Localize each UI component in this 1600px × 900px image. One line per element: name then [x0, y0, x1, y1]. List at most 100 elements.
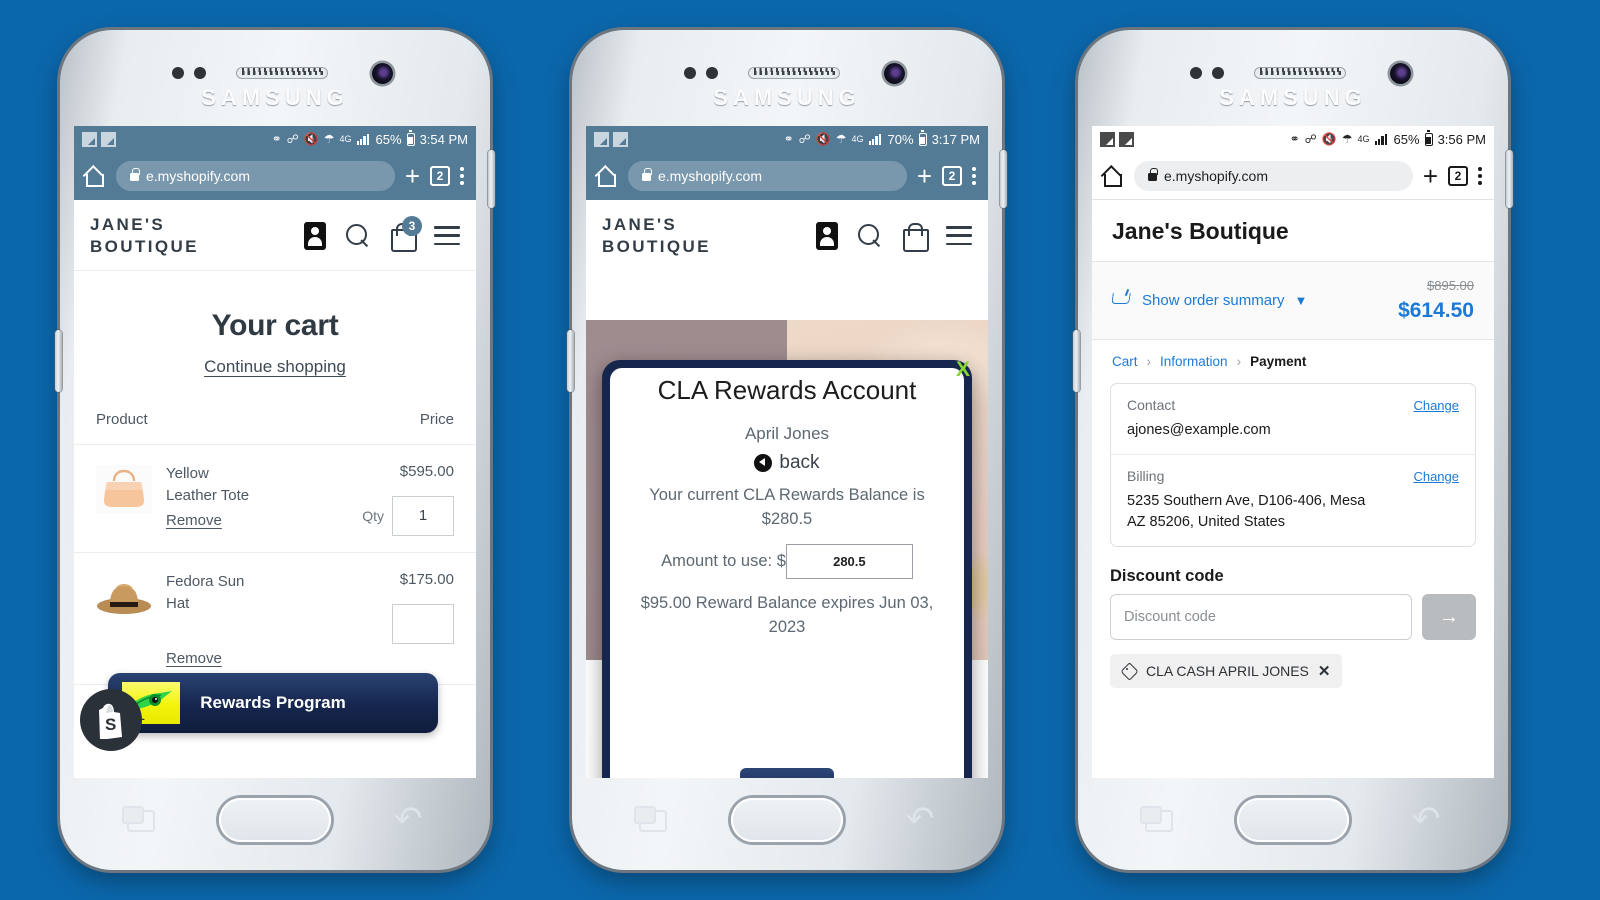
- recents-button-icon[interactable]: [634, 806, 667, 832]
- cart-icon[interactable]: 3: [390, 216, 422, 253]
- address-bar[interactable]: e.myshopify.com: [628, 161, 907, 191]
- search-icon[interactable]: [858, 223, 882, 248]
- back-button-icon[interactable]: ↶: [906, 802, 940, 836]
- cart-icon[interactable]: [902, 223, 929, 253]
- applied-discount-chip: CLA CASH APRIL JONES ✕: [1110, 654, 1343, 689]
- recents-button-icon[interactable]: [122, 806, 155, 832]
- remove-item-link[interactable]: Remove: [166, 512, 222, 529]
- continue-shopping-link[interactable]: Continue shopping: [74, 357, 476, 377]
- product-thumbnail[interactable]: [96, 571, 152, 623]
- recents-button-icon[interactable]: [1140, 806, 1173, 832]
- new-tab-icon[interactable]: +: [917, 163, 932, 189]
- mute-icon: 🔇: [815, 132, 831, 146]
- store-logo-line2: BOUTIQUE: [602, 236, 711, 256]
- quantity-label: Qty: [362, 507, 384, 524]
- change-billing-link[interactable]: Change: [1413, 469, 1459, 484]
- apply-button[interactable]: Apply: [740, 768, 834, 778]
- tab-count-button[interactable]: 2: [1448, 165, 1468, 186]
- new-tab-icon[interactable]: +: [1423, 163, 1438, 189]
- overflow-menu-icon[interactable]: [460, 167, 464, 185]
- network-type-label: 4G: [1357, 134, 1370, 144]
- amount-to-use-input[interactable]: 280.5: [785, 543, 913, 579]
- lock-icon: [130, 168, 140, 181]
- quantity-input[interactable]: 1: [392, 495, 454, 536]
- earpiece-speaker-icon: [236, 67, 328, 79]
- phone-screen-checkout: ⚭ ☍ 🔇 ☂ 4G 65% 3:56 PM e.myshopify.com +…: [1092, 126, 1494, 778]
- quantity-input[interactable]: 1: [392, 603, 454, 644]
- discount-code-heading: Discount code: [1110, 567, 1224, 586]
- checkout-page: Jane's Boutique Show order summary ▼ $89…: [1092, 200, 1494, 778]
- sensor-dot-icon: [194, 67, 206, 79]
- hamburger-menu-icon[interactable]: [946, 226, 972, 246]
- bluetooth-icon: ☍: [798, 132, 811, 146]
- home-button[interactable]: [219, 798, 331, 842]
- amount-to-use-label: Amount to use: $: [661, 551, 786, 570]
- order-summary-bar[interactable]: Show order summary ▼ $895.00 $614.50: [1092, 261, 1494, 340]
- account-icon[interactable]: [304, 221, 326, 250]
- hardware-nav-bar: ↶: [1078, 784, 1508, 870]
- address-bar[interactable]: e.myshopify.com: [1134, 160, 1413, 191]
- tab-count-button[interactable]: 2: [430, 166, 450, 186]
- breadcrumb-information[interactable]: Information: [1160, 354, 1228, 369]
- shopify-badge-icon[interactable]: S: [80, 689, 142, 751]
- signal-bars-icon: [356, 133, 371, 145]
- store-header: JANE'S BOUTIQUE: [586, 200, 988, 270]
- clock-label: 3:56 PM: [1437, 131, 1486, 147]
- home-button[interactable]: [731, 798, 843, 842]
- discount-code-input[interactable]: Discount code: [1110, 594, 1412, 641]
- home-icon[interactable]: [1104, 167, 1124, 187]
- home-icon[interactable]: [598, 167, 618, 187]
- remove-discount-icon[interactable]: ✕: [1318, 662, 1331, 680]
- product-price: $595.00: [399, 462, 454, 480]
- cart-count-badge: 3: [402, 216, 422, 237]
- breadcrumb-cart[interactable]: Cart: [1112, 354, 1138, 369]
- back-button-icon[interactable]: ↶: [394, 802, 428, 836]
- back-button-icon[interactable]: ↶: [1412, 802, 1446, 836]
- table-row: Yellow Leather Tote Remove $595.00 Qty 1: [74, 445, 476, 553]
- store-logo[interactable]: JANE'S BOUTIQUE: [602, 214, 711, 258]
- volume-button[interactable]: [567, 330, 574, 392]
- power-button[interactable]: [488, 150, 495, 208]
- power-button[interactable]: [1506, 150, 1513, 208]
- device-brand-label: SAMSUNG: [1219, 85, 1367, 110]
- close-icon[interactable]: X: [956, 358, 970, 382]
- earpiece-speaker-icon: [748, 67, 840, 79]
- column-header-product: Product: [96, 410, 148, 428]
- tab-count-button[interactable]: 2: [942, 166, 962, 186]
- apply-discount-button[interactable]: →: [1422, 594, 1476, 641]
- earpiece-speaker-icon: [1254, 67, 1346, 79]
- hamburger-menu-icon[interactable]: [434, 226, 460, 246]
- store-logo[interactable]: JANE'S BOUTIQUE: [90, 214, 199, 258]
- account-icon[interactable]: [816, 221, 838, 250]
- screenshot-stage: SAMSUNG ⚭ ☍ 🔇 ☂ 4G 65% 3:54 PM e.myshopi…: [0, 0, 1600, 900]
- home-button[interactable]: [1237, 798, 1349, 842]
- product-price-qty: $175.00 1: [332, 571, 454, 668]
- change-contact-link[interactable]: Change: [1413, 398, 1459, 413]
- phone-device-cart: SAMSUNG ⚭ ☍ 🔇 ☂ 4G 65% 3:54 PM e.myshopi…: [55, 30, 495, 870]
- cart-table-header: Product Price: [74, 377, 476, 445]
- show-order-summary-toggle[interactable]: Show order summary ▼: [1112, 278, 1307, 309]
- home-icon[interactable]: [86, 167, 106, 187]
- product-thumbnail[interactable]: [96, 463, 152, 515]
- billing-address-line1: 5235 Southern Ave, D106-406, Mesa: [1127, 493, 1366, 510]
- status-notifications: [82, 131, 116, 147]
- signal-bars-icon: [1374, 133, 1389, 145]
- new-tab-icon[interactable]: +: [405, 163, 420, 189]
- volume-button[interactable]: [1073, 330, 1080, 392]
- overflow-menu-icon[interactable]: [972, 167, 976, 185]
- address-bar[interactable]: e.myshopify.com: [116, 161, 395, 191]
- sensor-dot-icon: [684, 67, 696, 79]
- sensor-dot-icon: [1212, 67, 1224, 79]
- power-button[interactable]: [1000, 150, 1007, 208]
- cart-page: JANE'S BOUTIQUE 3 Your cart Continue sho…: [74, 200, 476, 778]
- remove-item-link[interactable]: Remove: [166, 650, 222, 667]
- phone-sensors: [1078, 62, 1508, 84]
- cart-icon: [1112, 292, 1132, 309]
- device-brand-label: SAMSUNG: [201, 85, 349, 110]
- back-button[interactable]: back: [626, 452, 948, 474]
- volume-button[interactable]: [55, 330, 62, 392]
- search-icon[interactable]: [346, 223, 370, 248]
- overflow-menu-icon[interactable]: [1478, 166, 1482, 185]
- rewards-program-banner[interactable]: CL Rewards Program S: [80, 673, 438, 751]
- yellow-leather-tote-icon: [96, 464, 152, 513]
